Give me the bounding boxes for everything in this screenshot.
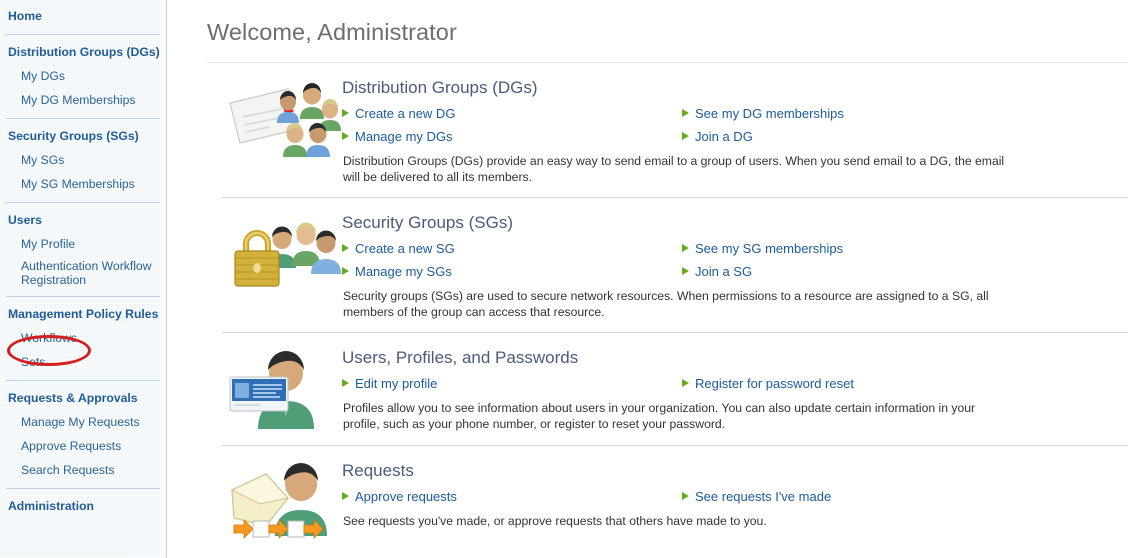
sidebar-item-my-dgs[interactable]: My DGs [0,64,166,88]
section-body: Requests Approve requests See requests I… [342,446,1128,541]
link-row: Manage my SGs [342,262,682,282]
green-arrow-bullet-icon [682,109,689,117]
section-body: Users, Profiles, and Passwords Edit my p… [342,333,1128,444]
link-create-a-new-dg[interactable]: Create a new DG [355,104,455,124]
sidebar-group-requests-approvals: Requests & Approvals Manage My Requests … [0,387,166,482]
section-title-users-profiles-passwords: Users, Profiles, and Passwords [342,347,1128,368]
sidebar-item-my-dg-memberships[interactable]: My DG Memberships [0,88,166,112]
section-body: Distribution Groups (DGs) Create a new D… [342,63,1128,197]
section-links: Approve requests See requests I've made [342,487,1128,507]
person-id-card-icon [222,345,342,445]
sidebar-item-my-profile[interactable]: My Profile [0,232,166,256]
sidebar-item-search-requests[interactable]: Search Requests [0,458,166,482]
sidebar-divider [6,118,160,119]
sidebar-head-management-policy-rules[interactable]: Management Policy Rules [0,303,166,326]
main-content: Welcome, Administrator [167,0,1137,558]
green-arrow-bullet-icon [682,379,689,387]
section-description-distribution-groups: Distribution Groups (DGs) provide an eas… [343,153,1013,185]
sidebar-divider [6,34,160,35]
workflow-envelope-person-icon [222,458,342,558]
link-manage-my-dgs[interactable]: Manage my DGs [355,127,453,147]
sidebar-item-workflows[interactable]: Workflows [0,326,166,350]
sidebar-group-sgs: Security Groups (SGs) My SGs My SG Membe… [0,125,166,196]
sidebar-divider [6,380,160,381]
section-security-groups: Security Groups (SGs) Create a new SG Se… [222,198,1128,333]
sidebar-divider [6,488,160,489]
link-see-my-sg-memberships[interactable]: See my SG memberships [695,239,843,259]
link-row: Edit my profile [342,374,682,394]
link-row: Join a SG [682,262,1128,282]
link-see-my-dg-memberships[interactable]: See my DG memberships [695,104,844,124]
section-links: Create a new SG See my SG memberships Ma… [342,239,1128,282]
sidebar-divider [6,202,160,203]
sidebar-head-requests-approvals[interactable]: Requests & Approvals [0,387,166,410]
link-join-a-dg[interactable]: Join a DG [695,127,753,147]
link-approve-requests[interactable]: Approve requests [355,487,457,507]
sidebar-item-manage-my-requests[interactable]: Manage My Requests [0,410,166,434]
link-register-for-password-reset[interactable]: Register for password reset [695,374,854,394]
link-create-a-new-sg[interactable]: Create a new SG [355,239,455,259]
sidebar-item-sets[interactable]: Sets [0,350,166,374]
sidebar-divider [6,296,160,297]
sidebar-item-my-sg-memberships[interactable]: My SG Memberships [0,172,166,196]
green-arrow-bullet-icon [342,244,349,252]
green-arrow-bullet-icon [682,267,689,275]
green-arrow-bullet-icon [342,109,349,117]
page-title: Welcome, Administrator [167,0,1137,46]
link-row: Create a new DG [342,104,682,124]
link-row: See my SG memberships [682,239,1128,259]
envelope-people-icon [222,75,342,175]
sidebar-head-dgs[interactable]: Distribution Groups (DGs) [0,41,166,64]
link-row: Manage my DGs [342,127,682,147]
green-arrow-bullet-icon [342,492,349,500]
link-row: See requests I've made [682,487,1128,507]
sidebar-navigation: Home Distribution Groups (DGs) My DGs My… [0,0,167,558]
section-description-security-groups: Security groups (SGs) are used to secure… [343,288,1013,320]
link-row: Create a new SG [342,239,682,259]
section-title-security-groups: Security Groups (SGs) [342,212,1128,233]
sidebar-group-dgs: Distribution Groups (DGs) My DGs My DG M… [0,41,166,112]
sidebar-group-home: Home [0,5,166,28]
link-manage-my-sgs[interactable]: Manage my SGs [355,262,452,282]
sidebar-head-home[interactable]: Home [0,5,166,28]
green-arrow-bullet-icon [682,132,689,140]
link-row: Register for password reset [682,374,1128,394]
green-arrow-bullet-icon [342,379,349,387]
section-title-requests: Requests [342,460,1128,481]
green-arrow-bullet-icon [342,132,349,140]
section-users-profiles-passwords: Users, Profiles, and Passwords Edit my p… [222,333,1128,446]
sidebar-head-users[interactable]: Users [0,209,166,232]
link-edit-my-profile[interactable]: Edit my profile [355,374,437,394]
section-description-users-profiles-passwords: Profiles allow you to see information ab… [343,400,1013,432]
section-links: Create a new DG See my DG memberships Ma… [342,104,1128,147]
app-root: Home Distribution Groups (DGs) My DGs My… [0,0,1137,558]
section-description-requests: See requests you've made, or approve req… [343,513,1013,529]
green-arrow-bullet-icon [682,244,689,252]
sidebar-head-sgs[interactable]: Security Groups (SGs) [0,125,166,148]
sidebar-item-auth-workflow-registration[interactable]: Authentication Workflow Registration [0,256,166,290]
link-row: See my DG memberships [682,104,1128,124]
green-arrow-bullet-icon [682,492,689,500]
link-row: Join a DG [682,127,1128,147]
sidebar-head-administration[interactable]: Administration [0,495,166,518]
section-title-distribution-groups: Distribution Groups (DGs) [342,77,1128,98]
section-body: Security Groups (SGs) Create a new SG Se… [342,198,1128,332]
link-see-requests-ive-made[interactable]: See requests I've made [695,487,831,507]
sidebar-item-my-sgs[interactable]: My SGs [0,148,166,172]
green-arrow-bullet-icon [342,267,349,275]
section-distribution-groups: Distribution Groups (DGs) Create a new D… [222,63,1128,198]
link-join-a-sg[interactable]: Join a SG [695,262,752,282]
sidebar-group-users: Users My Profile Authentication Workflow… [0,209,166,290]
section-links: Edit my profile Register for password re… [342,374,1128,394]
sidebar-group-administration: Administration [0,495,166,518]
section-requests: Requests Approve requests See requests I… [222,446,1128,558]
sidebar-item-approve-requests[interactable]: Approve Requests [0,434,166,458]
sidebar-group-management-policy-rules: Management Policy Rules Workflows Sets [0,303,166,374]
link-row: Approve requests [342,487,682,507]
padlock-people-icon [222,210,342,310]
